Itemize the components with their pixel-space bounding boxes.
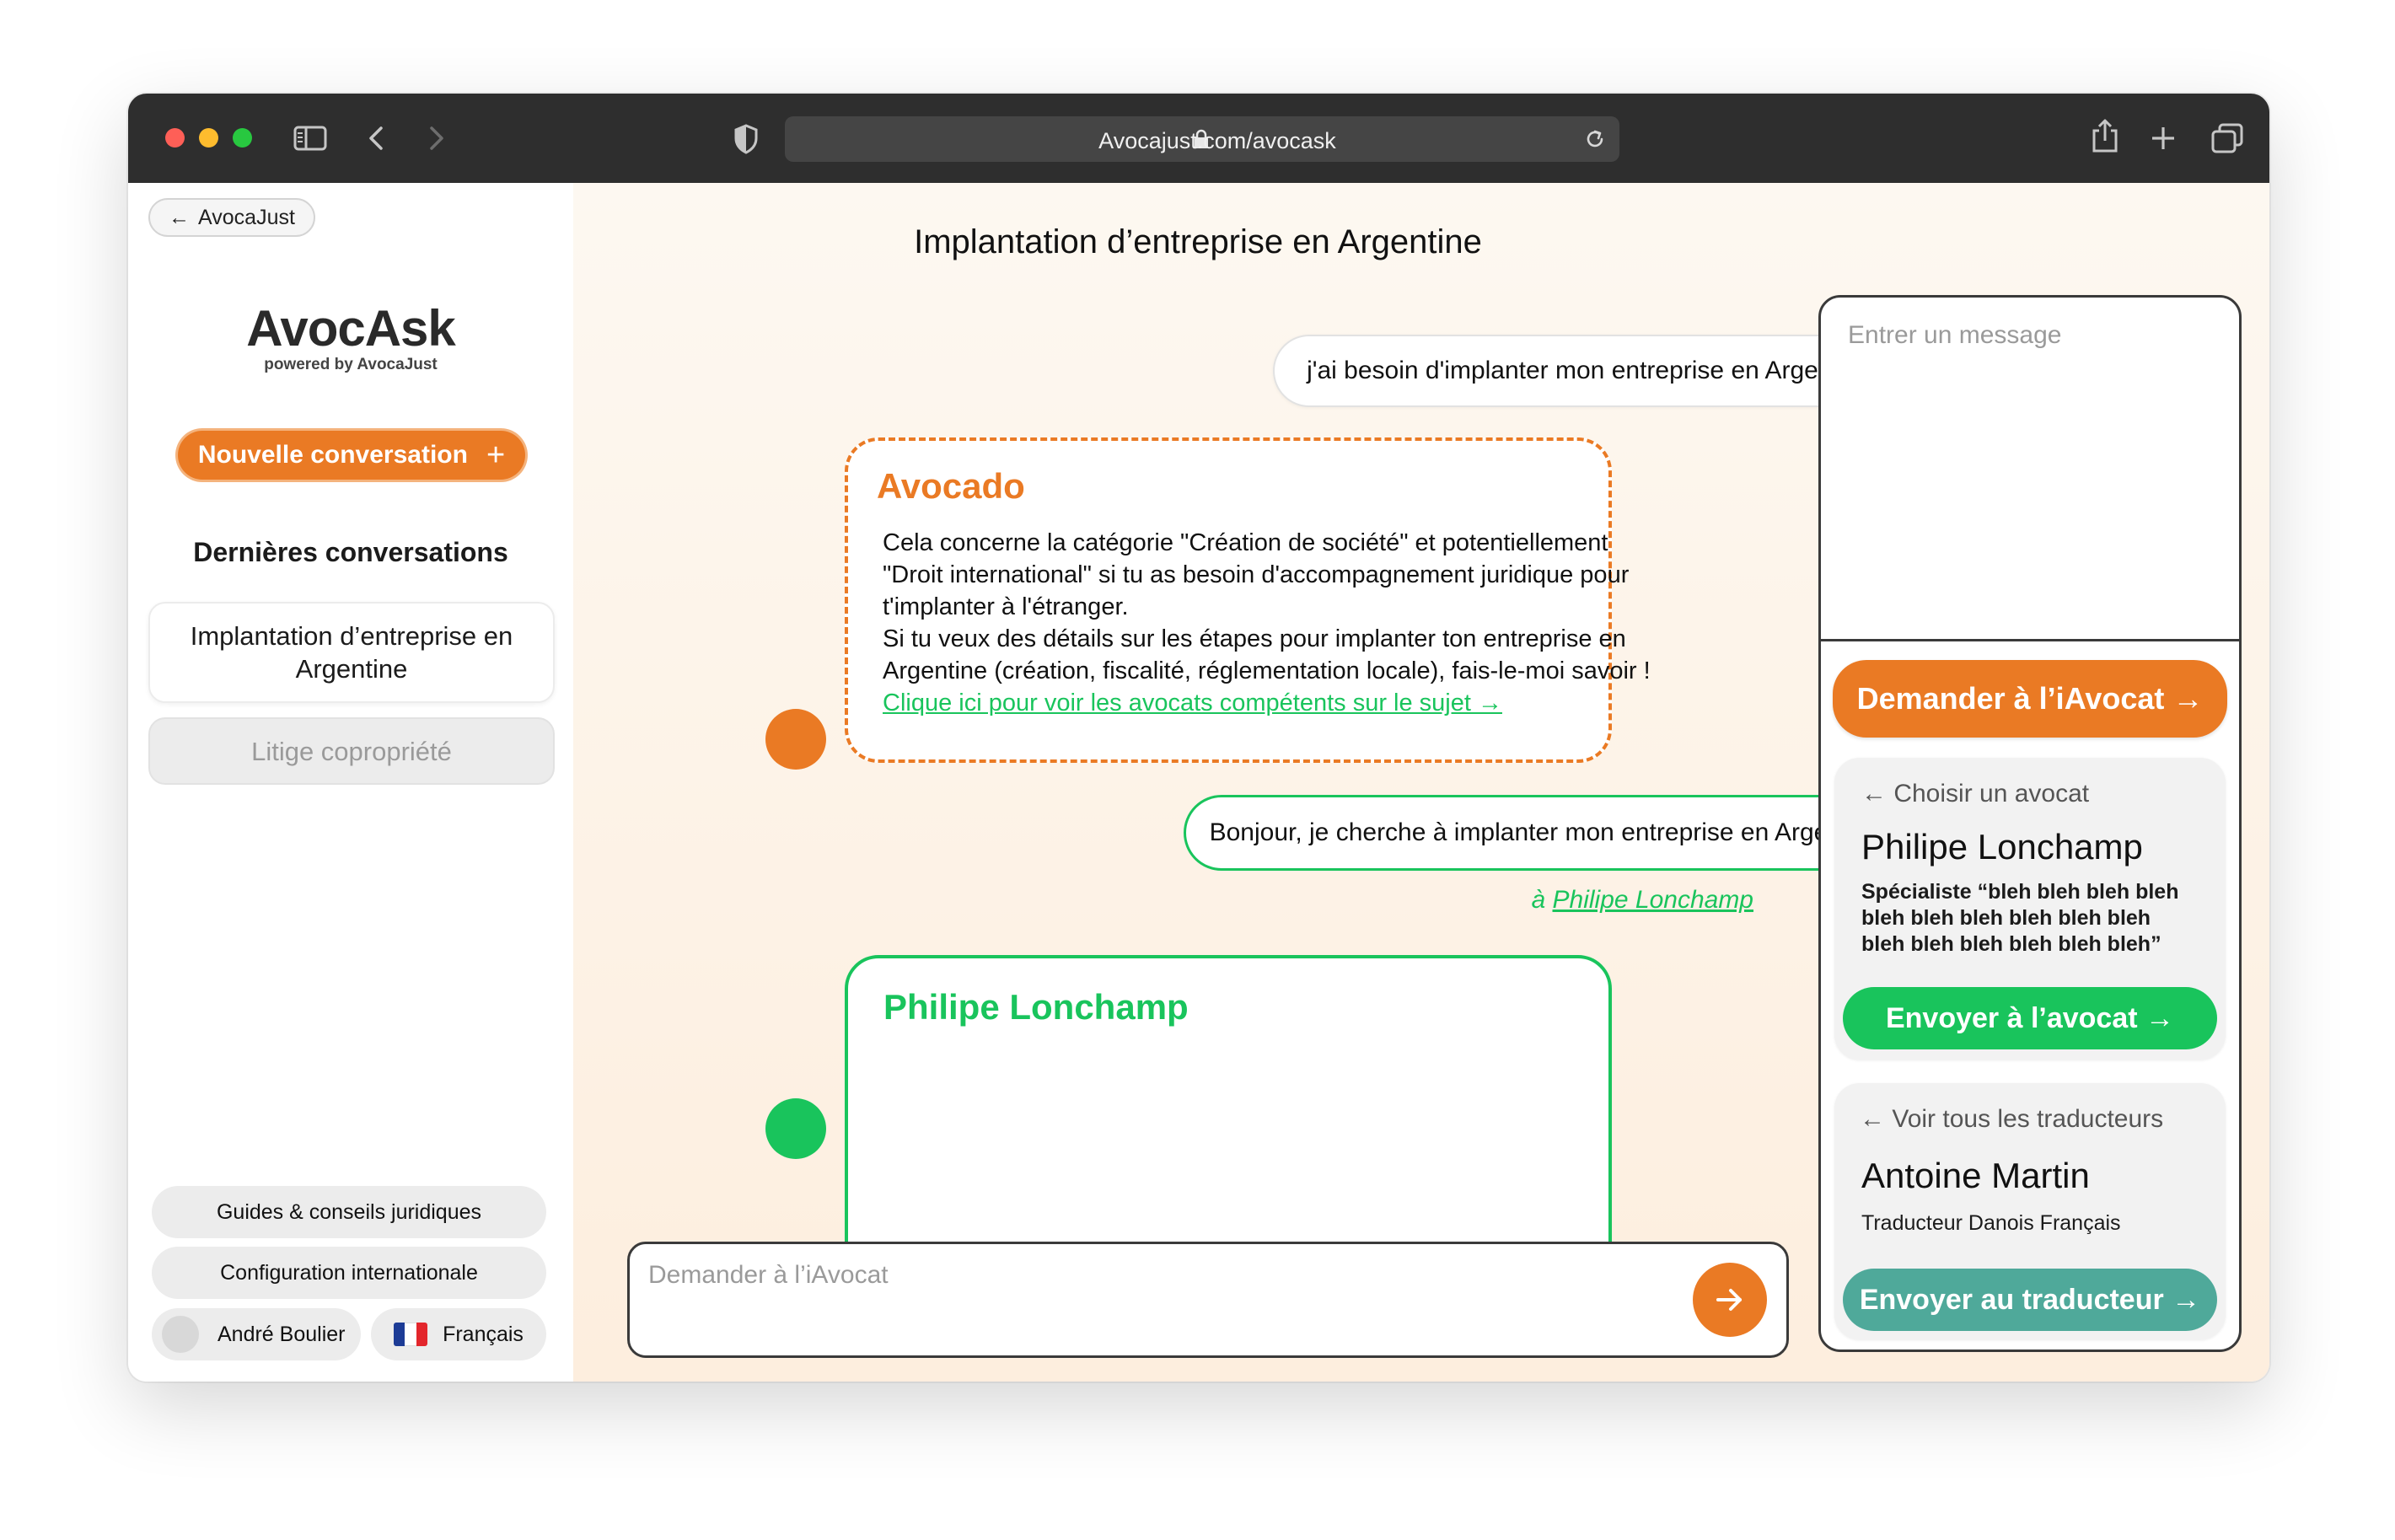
send-button[interactable] bbox=[1693, 1263, 1767, 1337]
chat-input-placeholder: Demander à l’iAvocat bbox=[648, 1261, 889, 1289]
ai-message-line: t'implanter à l'étranger. bbox=[883, 593, 1129, 620]
translator-card: ← Voir tous les traducteurs Antoine Mart… bbox=[1834, 1083, 2226, 1339]
avocado-avatar bbox=[765, 709, 826, 770]
translator-name: Antoine Martin bbox=[1861, 1156, 2090, 1195]
recent-conversations-title: Dernières conversations bbox=[193, 537, 508, 567]
lawyer-description-line: Spécialiste “bleh bleh bleh bleh bbox=[1861, 880, 2179, 904]
ai-message-line: "Droit international" si tu as besoin d'… bbox=[883, 561, 1630, 588]
url-text: Avocajust.com/avocask bbox=[1098, 128, 1336, 153]
user-message-text: Bonjour, je cherche à implanter mon entr… bbox=[1209, 818, 1883, 846]
ai-message-line: Cela concerne la catégorie "Création de … bbox=[883, 529, 1608, 556]
user-name: André Boulier bbox=[217, 1322, 346, 1346]
message-recipient: à Philipe Lonchamp bbox=[1531, 886, 1753, 915]
ask-iavocat-label: Demander à l’iAvocat → bbox=[1856, 681, 2204, 716]
privacy-shield-icon[interactable] bbox=[733, 124, 759, 154]
new-conversation-button[interactable]: Nouvelle conversation + bbox=[178, 431, 525, 480]
arrow-right-icon bbox=[1716, 1289, 1742, 1311]
sidebar-toggle-icon[interactable] bbox=[293, 126, 327, 151]
new-conversation-label: Nouvelle conversation bbox=[197, 441, 468, 469]
conversation-item-label: Litige copropriété bbox=[251, 736, 452, 766]
message-textarea[interactable]: Entrer un message bbox=[1821, 298, 2239, 641]
lawyer-description-line: bleh bleh bleh bleh bleh bleh” bbox=[1861, 932, 2161, 956]
recipient-name-link[interactable]: Philipe Lonchamp bbox=[1553, 886, 1754, 914]
ai-message-body: Cela concerne la catégorie "Création de … bbox=[883, 527, 1651, 719]
send-to-lawyer-button[interactable]: Envoyer à l’avocat → bbox=[1843, 987, 2217, 1049]
address-bar[interactable]: Avocajust.com/avocask bbox=[785, 116, 1619, 162]
international-config-button[interactable]: Configuration internationale bbox=[152, 1247, 546, 1299]
back-to-avocajust-button[interactable]: ← AvocaJust bbox=[148, 198, 315, 237]
see-lawyers-link[interactable]: Clique ici pour voir les avocats compéte… bbox=[883, 687, 1651, 719]
message-textarea-placeholder: Entrer un message bbox=[1848, 321, 2062, 349]
lawyer-name: Philipe Lonchamp bbox=[1861, 827, 2143, 867]
browser-window: Avocajust.com/avocask ← AvocaJust AvocAs… bbox=[128, 94, 2269, 1382]
ai-message-line: Argentine (création, fiscalité, réglemen… bbox=[883, 657, 1651, 684]
lawyer-avatar bbox=[765, 1098, 826, 1159]
app-logo: AvocAsk bbox=[246, 300, 456, 357]
back-label: AvocaJust bbox=[198, 205, 295, 229]
recipient-prefix: à bbox=[1531, 886, 1546, 914]
conversation-title: Implantation d’entreprise en Argentine bbox=[914, 223, 1482, 260]
send-to-translator-button[interactable]: Envoyer au traducteur → bbox=[1843, 1269, 2217, 1331]
arrow-left-icon: ← bbox=[169, 205, 191, 229]
ai-message-line: Si tu veux des détails sur les étapes po… bbox=[883, 625, 1626, 652]
translator-description: Traducteur Danois Français bbox=[1861, 1211, 2121, 1235]
app-logo-subtitle: powered by AvocaJust bbox=[264, 356, 438, 373]
conversation-item-copropriete[interactable]: Litige copropriété bbox=[148, 717, 555, 785]
reload-icon[interactable] bbox=[1584, 128, 1606, 150]
ai-message-card: Avocado Cela concerne la catégorie "Créa… bbox=[845, 437, 1651, 763]
choose-lawyer-link[interactable]: ← Choisir un avocat bbox=[1861, 780, 2089, 808]
conversation-item-argentine[interactable]: Implantation d’entreprise en Argentine bbox=[148, 602, 555, 703]
ai-message-author: Avocado bbox=[877, 466, 1025, 506]
right-panel: Entrer un message Demander à l’iAvocat →… bbox=[1818, 295, 2242, 1352]
all-translators-link[interactable]: ← Voir tous les traducteurs bbox=[1860, 1105, 2163, 1134]
user-profile-button[interactable]: André Boulier bbox=[152, 1308, 361, 1360]
lawyer-description: Spécialiste “bleh bleh bleh bleh bleh bl… bbox=[1861, 879, 2178, 958]
minimize-window-button[interactable] bbox=[199, 128, 218, 148]
back-arrow-icon[interactable] bbox=[366, 125, 386, 152]
sidebar: ← AvocaJust AvocAsk powered by AvocaJust… bbox=[128, 183, 573, 1382]
maximize-window-button[interactable] bbox=[233, 128, 252, 148]
lawyer-description-line: bleh bleh bleh bleh bleh bleh bbox=[1861, 906, 2151, 930]
user-message-text: j'ai besoin d'implanter mon entreprise e… bbox=[1307, 357, 1873, 384]
new-tab-plus-icon[interactable] bbox=[2151, 126, 2176, 151]
forward-arrow-icon[interactable] bbox=[427, 125, 447, 152]
browser-titlebar: Avocajust.com/avocask bbox=[128, 94, 2269, 183]
french-flag-icon bbox=[394, 1323, 428, 1346]
send-to-lawyer-label: Envoyer à l’avocat → bbox=[1885, 1001, 2175, 1034]
send-to-translator-label: Envoyer au traducteur → bbox=[1859, 1283, 2201, 1316]
close-window-button[interactable] bbox=[165, 128, 185, 148]
chat-input-box[interactable]: Demander à l’iAvocat bbox=[627, 1242, 1789, 1358]
lawyer-message-author: Philipe Lonchamp bbox=[883, 987, 1189, 1027]
user-message: j'ai besoin d'implanter mon entreprise e… bbox=[1273, 335, 1907, 407]
plus-icon: + bbox=[486, 437, 506, 473]
avatar bbox=[162, 1316, 199, 1353]
ask-iavocat-button[interactable]: Demander à l’iAvocat → bbox=[1833, 660, 2227, 738]
guides-label: Guides & conseils juridiques bbox=[216, 1199, 482, 1224]
language-selector[interactable]: Français bbox=[371, 1308, 546, 1360]
guides-button[interactable]: Guides & conseils juridiques bbox=[152, 1186, 546, 1238]
config-label: Configuration internationale bbox=[220, 1260, 478, 1285]
conversation-item-label: Implantation d’entreprise en Argentine bbox=[190, 621, 513, 684]
lawyer-card: ← Choisir un avocat Philipe Lonchamp Spé… bbox=[1834, 758, 2226, 1060]
user-message-to-lawyer: Bonjour, je cherche à implanter mon entr… bbox=[1184, 795, 1909, 871]
tabs-overview-icon[interactable] bbox=[2210, 122, 2244, 154]
language-label: Français bbox=[443, 1322, 524, 1346]
share-icon[interactable] bbox=[2091, 117, 2119, 154]
